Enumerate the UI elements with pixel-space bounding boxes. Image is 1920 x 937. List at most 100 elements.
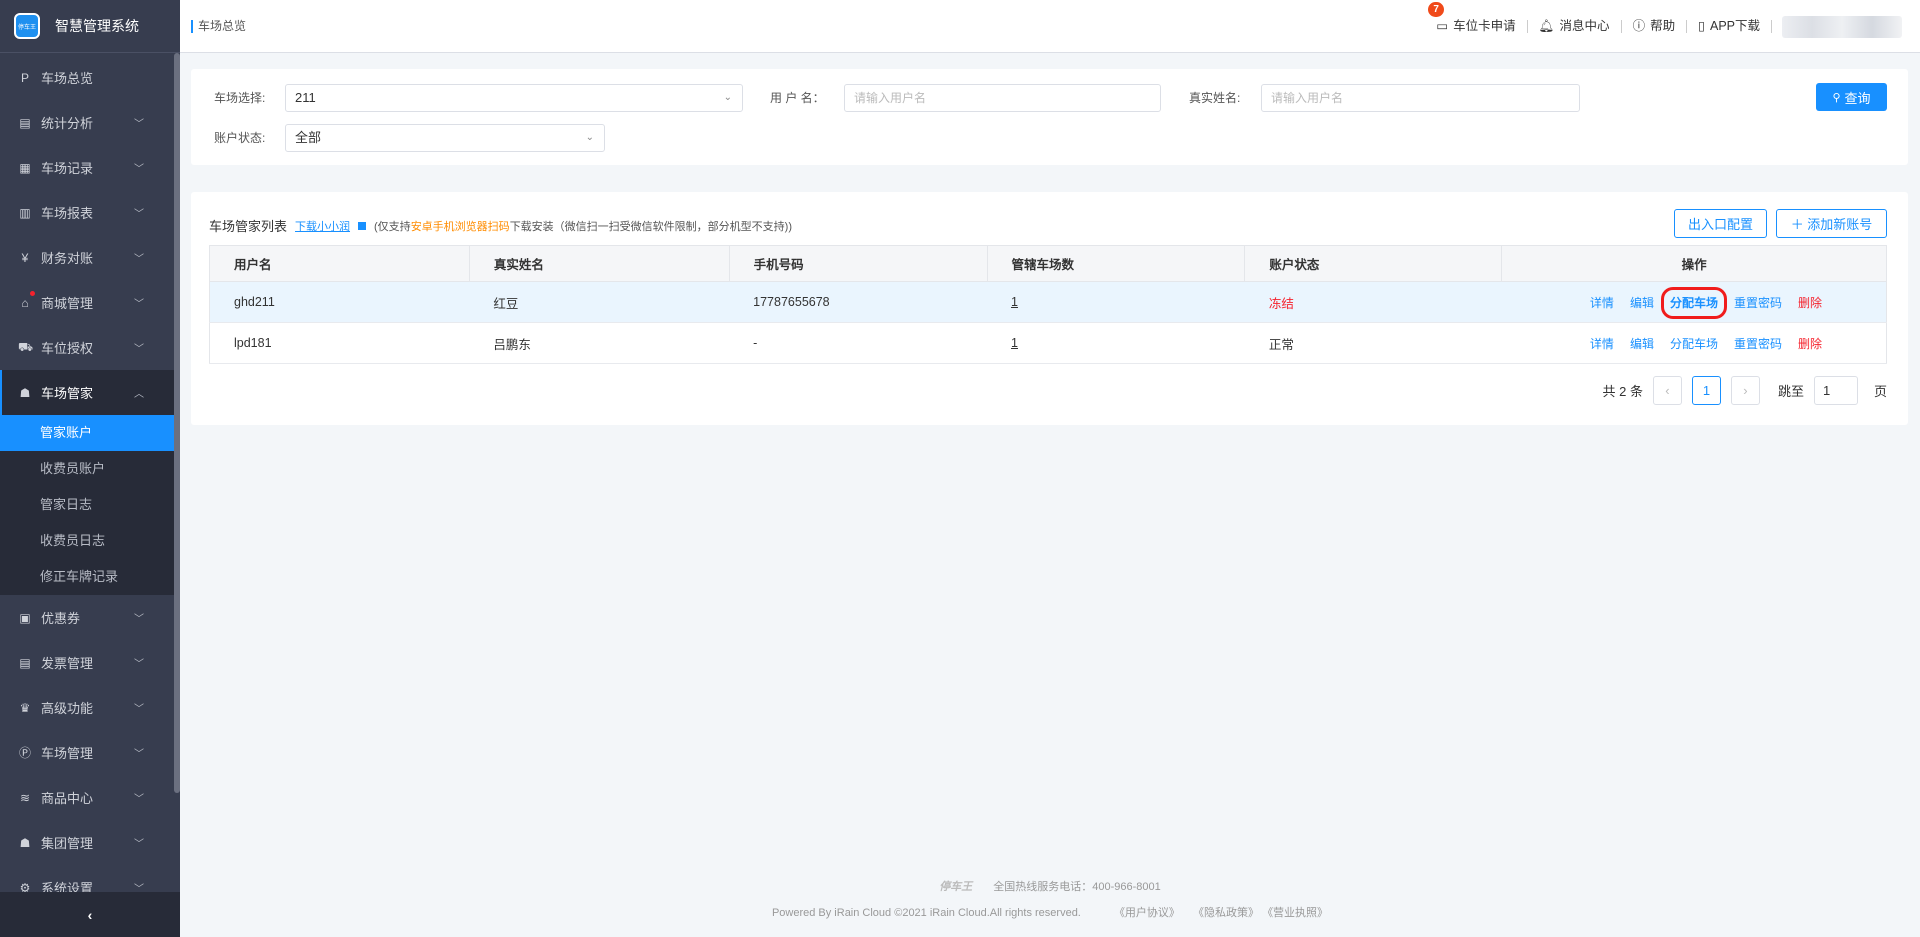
- sidebar-item[interactable]: ⌂ 商城管理 ﹀: [0, 280, 174, 325]
- submenu-item[interactable]: 收费员日志: [0, 523, 174, 559]
- status-select[interactable]: 全部 ⌄: [285, 124, 605, 152]
- chevron-down-icon: ⌄: [723, 92, 732, 103]
- menu-icon: ▣: [19, 610, 31, 625]
- messages-link[interactable]: 🔔︎ 消息中心: [1528, 20, 1622, 33]
- submenu-item[interactable]: 管家账户: [0, 415, 174, 451]
- sidebar-item[interactable]: ☗ 集团管理 ﹀: [0, 820, 174, 865]
- qr-icon[interactable]: [358, 221, 367, 230]
- sidebar-item[interactable]: ⛟ 车位授权 ﹀: [0, 325, 174, 370]
- reset-password-link[interactable]: 重置密码: [1734, 337, 1782, 351]
- next-page-button[interactable]: ›: [1730, 376, 1760, 405]
- chevron-down-icon: ﹀: [134, 794, 144, 805]
- cell-actions: 详情 编辑 分配车场 重置密码 删除: [1501, 281, 1887, 323]
- cell-status: 冻结: [1244, 281, 1502, 323]
- help-link[interactable]: ⓘ 帮助: [1622, 20, 1688, 33]
- column-header: 真实姓名: [468, 245, 730, 282]
- app-title: 智慧管理系统: [55, 18, 139, 34]
- delete-link[interactable]: 删除: [1798, 296, 1822, 310]
- sidebar-item-label: 集团管理: [41, 836, 94, 851]
- sidebar-item-label: 优惠券: [41, 611, 81, 626]
- edit-link[interactable]: 编辑: [1630, 337, 1654, 351]
- submenu: 管家账户 收费员账户 管家日志 收费员日志 修正车牌记录: [0, 415, 174, 595]
- filter-card: 车场选择: 211 ⌄ 用 户 名： 请输入用户名 真实姓名: 请输入用户名 ⚲ 查…: [191, 69, 1908, 165]
- user-avatar-blurred[interactable]: [1782, 15, 1902, 38]
- sidebar-item[interactable]: ¥ 财务对账 ﹀: [0, 235, 174, 280]
- footer-link-license[interactable]: 《营业执照》: [1262, 907, 1328, 919]
- lot-select[interactable]: 211 ⌄: [285, 84, 743, 112]
- prev-page-button[interactable]: ‹: [1652, 376, 1682, 405]
- sidebar-item[interactable]: Ⓟ 车场管理 ﹀: [0, 730, 174, 775]
- footer-brand-logo: 停车王: [939, 881, 973, 893]
- download-app-link[interactable]: 下载小小润: [295, 218, 350, 234]
- username-input[interactable]: 请输入用户名: [844, 84, 1161, 112]
- notification-badge: 7: [1428, 2, 1444, 17]
- menu-icon: ⌂: [21, 295, 29, 310]
- sidebar-item[interactable]: ⚙ 系统设置 ﹀: [0, 865, 174, 893]
- sidebar-item-label: 统计分析: [41, 116, 94, 131]
- sidebar-item[interactable]: ☗ 车场管家 ︿: [0, 370, 174, 415]
- search-button[interactable]: ⚲ 查询: [1816, 83, 1887, 111]
- chevron-down-icon: ﹀: [134, 164, 144, 175]
- reset-password-link[interactable]: 重置密码: [1734, 296, 1782, 310]
- sidebar-item-label: 车场报表: [41, 206, 94, 221]
- new-dot: [30, 291, 35, 296]
- sidebar-item[interactable]: ▥ 车场报表 ﹀: [0, 190, 174, 235]
- bell-icon: 🔔︎: [1538, 19, 1555, 33]
- footer-link-privacy[interactable]: 《隐私政策》: [1193, 907, 1259, 919]
- card-apply-link[interactable]: 7 ▭ 车位卡申请: [1425, 2, 1528, 33]
- menu-icon: ▤: [19, 655, 31, 670]
- gate-config-button[interactable]: 出入口配置: [1674, 209, 1767, 238]
- detail-link[interactable]: 详情: [1590, 296, 1614, 310]
- sidebar-item[interactable]: ▤ 统计分析 ﹀: [0, 100, 174, 145]
- footer-hotline: 全国热线服务电话：400-966-8001: [993, 881, 1161, 893]
- messages-label: 消息中心: [1559, 19, 1610, 33]
- cell-status: 正常: [1244, 322, 1502, 364]
- sidebar-item[interactable]: ≋ 商品中心 ﹀: [0, 775, 174, 820]
- delete-link[interactable]: 删除: [1798, 337, 1822, 351]
- sidebar-scrollbar[interactable]: [174, 53, 180, 793]
- realname-input[interactable]: 请输入用户名: [1261, 84, 1580, 112]
- chevron-down-icon: ﹀: [134, 299, 144, 310]
- chevron-down-icon: ﹀: [134, 884, 144, 892]
- menu-icon: ¥: [21, 250, 29, 265]
- submenu-item[interactable]: 收费员账户: [0, 451, 174, 487]
- app-download-link[interactable]: ▯ APP下载: [1687, 20, 1772, 33]
- pagination: 共 2 条 ‹ 1 › 跳至 1 页: [1602, 376, 1887, 405]
- table-row: ghd211 红豆 17787655678 1 冻结 详情 编辑 分配车场 重置密码 删除: [209, 281, 1887, 323]
- sidebar-item-label: 商品中心: [41, 791, 94, 806]
- status-value: 全部: [295, 130, 322, 145]
- sidebar-item-label: 商城管理: [41, 296, 94, 311]
- sidebar-item[interactable]: ▤ 发票管理 ﹀: [0, 640, 174, 685]
- collapse-sidebar-button[interactable]: ‹: [0, 892, 180, 937]
- sidebar-menu: P 车场总览 ▤ 统计分析 ﹀ ▦ 车场记录 ﹀ ▥ 车场报表 ﹀ ¥ 财务对账 ﹀ ⌂ 商城管理 ﹀ ⛟ 车位授权…: [0, 55, 174, 892]
- add-account-button[interactable]: ＋ 添加新账号: [1776, 209, 1887, 238]
- page-1-button[interactable]: 1: [1691, 376, 1721, 405]
- detail-link[interactable]: 详情: [1590, 337, 1614, 351]
- assign-lot-link[interactable]: 分配车场: [1670, 337, 1718, 351]
- footer-link-user-agreement[interactable]: 《用户协议》: [1114, 907, 1180, 919]
- sidebar-item[interactable]: ♛ 高级功能 ﹀: [0, 685, 174, 730]
- column-header: 用户名: [209, 245, 470, 282]
- edit-link[interactable]: 编辑: [1630, 296, 1654, 310]
- sidebar-item[interactable]: ▣ 优惠券 ﹀: [0, 595, 174, 640]
- cell-realname: 红豆: [469, 281, 730, 323]
- chevron-down-icon: ﹀: [134, 254, 144, 265]
- sidebar-item-label: 高级功能: [41, 701, 94, 716]
- jump-page-input[interactable]: 1: [1813, 376, 1858, 405]
- submenu-item[interactable]: 修正车牌记录: [0, 559, 174, 595]
- assign-lot-link[interactable]: 分配车场: [1660, 286, 1727, 319]
- submenu-item[interactable]: 管家日志: [0, 487, 174, 523]
- manager-table: 用户名 真实姓名 手机号码 管辖车场数 账户状态 操作 ghd211 红豆 177876556…: [209, 245, 1887, 364]
- search-label: 查询: [1844, 90, 1871, 106]
- chevron-down-icon: ﹀: [134, 704, 144, 715]
- menu-icon: ⛟: [18, 339, 34, 354]
- sidebar-item[interactable]: P 车场总览: [0, 55, 174, 100]
- sidebar-item[interactable]: ▦ 车场记录 ﹀: [0, 145, 174, 190]
- breadcrumb[interactable]: 车场总览: [191, 19, 246, 33]
- menu-icon: ☗: [19, 835, 31, 850]
- chevron-down-icon: ﹀: [134, 749, 144, 760]
- cell-lots[interactable]: 1: [987, 322, 1245, 364]
- total-count: 共 2 条: [1602, 384, 1643, 399]
- footer-line-2: Powered By iRain Cloud ©2021 iRain Cloud…: [180, 904, 1920, 920]
- cell-lots[interactable]: 1: [987, 281, 1245, 323]
